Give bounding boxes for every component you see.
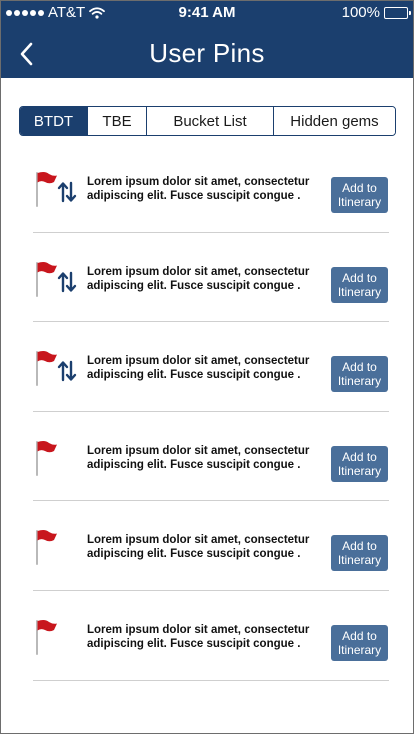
tab-hidden-gems[interactable]: Hidden gems (274, 107, 395, 135)
pin-description: Lorem ipsum dolor sit amet, consectetur … (87, 623, 310, 650)
battery-icon (384, 6, 411, 19)
red-flag-icon (33, 260, 59, 298)
list-item: Lorem ipsum dolor sit amet, consectetur … (33, 322, 389, 412)
red-flag-icon (33, 170, 59, 208)
tab-tbe[interactable]: TBE (88, 107, 147, 135)
list-item: Lorem ipsum dolor sit amet, consectetur … (33, 412, 389, 502)
red-flag-icon (33, 528, 59, 566)
sort-arrows-icon[interactable] (57, 271, 77, 293)
sort-arrows-icon[interactable] (57, 360, 77, 382)
list-item: Lorem ipsum dolor sit amet, consectetur … (33, 143, 389, 233)
add-to-itinerary-button[interactable]: Add to Itinerary (331, 266, 388, 303)
list-item: Lorem ipsum dolor sit amet, consectetur … (33, 591, 389, 681)
pin-description: Lorem ipsum dolor sit amet, consectetur … (87, 444, 310, 471)
tab-btdt[interactable]: BTDT (20, 107, 88, 135)
pin-description: Lorem ipsum dolor sit amet, consectetur … (87, 534, 310, 561)
add-to-itinerary-button[interactable]: Add to Itinerary (331, 177, 388, 213)
add-to-itinerary-button[interactable]: Add to Itinerary (331, 445, 388, 482)
page-title: User Pins (149, 38, 265, 68)
status-right: 100% (341, 4, 411, 21)
pin-description: Lorem ipsum dolor sit amet, consectetur … (87, 265, 310, 292)
add-to-itinerary-button[interactable]: Add to Itinerary (331, 356, 388, 393)
list-item: Lorem ipsum dolor sit amet, consectetur … (33, 501, 389, 591)
tab-bucket-list[interactable]: Bucket List (147, 107, 274, 135)
segmented-tabs: BTDT TBE Bucket List Hidden gems (19, 106, 396, 136)
pin-description: Lorem ipsum dolor sit amet, consectetur … (87, 176, 310, 202)
list-item: Lorem ipsum dolor sit amet, consectetur … (33, 233, 389, 323)
red-flag-icon (33, 349, 59, 387)
red-flag-icon (33, 439, 59, 477)
add-to-itinerary-button[interactable]: Add to Itinerary (331, 535, 388, 572)
pin-list: Lorem ipsum dolor sit amet, consectetur … (33, 143, 389, 681)
battery-percent: 100% (341, 4, 380, 21)
sort-arrows-icon[interactable] (57, 181, 77, 203)
app-header: AT&T 9:41 AM 100% User Pins (1, 1, 413, 78)
pin-description: Lorem ipsum dolor sit amet, consectetur … (87, 355, 310, 382)
status-bar: AT&T 9:41 AM 100% (1, 1, 413, 25)
add-to-itinerary-button[interactable]: Add to Itinerary (331, 624, 388, 661)
phone-frame: AT&T 9:41 AM 100% User Pins BTDT TBE Buc… (0, 0, 414, 734)
red-flag-icon (33, 618, 59, 656)
